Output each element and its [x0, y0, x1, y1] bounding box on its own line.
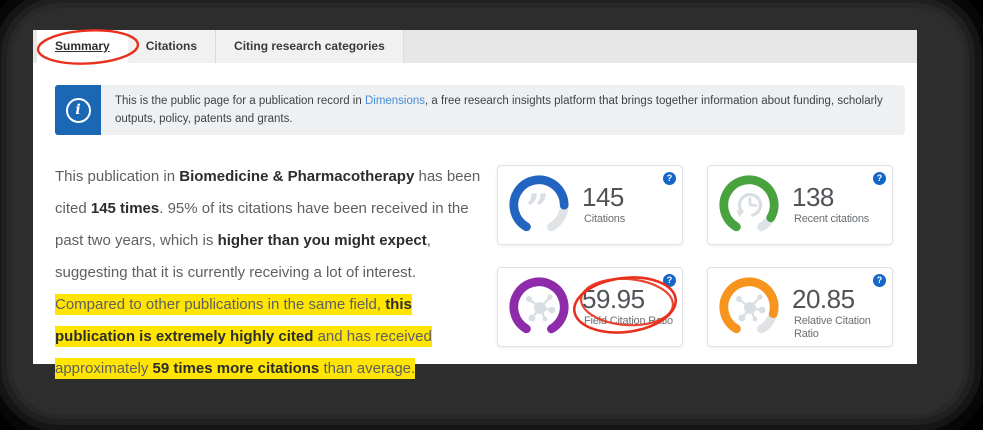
- metric-value: 145: [582, 182, 624, 212]
- tab-citing-research-categories[interactable]: Citing research categories: [216, 30, 404, 63]
- tab-citing-research-categories-label: Citing research categories: [234, 39, 385, 53]
- help-icon[interactable]: ?: [873, 172, 886, 185]
- summary-text: This publication in Biomedicine & Pharma…: [55, 161, 487, 385]
- citation-network-icon: [736, 294, 766, 322]
- publication-summary-page: Summary Citations Citing research catego…: [33, 30, 917, 379]
- text-segment: than average.: [319, 358, 416, 379]
- metric-card-recent-citations: 138 Recent citations ?: [707, 165, 893, 245]
- metric-label: Recent citations: [794, 213, 870, 225]
- tab-summary-label: Summary: [55, 39, 110, 53]
- text-segment: Compared to other publications in the sa…: [55, 294, 386, 315]
- tab-citations[interactable]: Citations: [127, 30, 217, 63]
- metric-card-citations: ” 145 Citations ?: [497, 165, 683, 245]
- metric-value: 138: [792, 182, 834, 212]
- metric-label: Field Citation Ratio: [584, 315, 673, 327]
- banner-text-before: This is the public page for a publicatio…: [115, 95, 365, 107]
- info-banner: i This is the public page for a publicat…: [55, 85, 905, 135]
- summary-paragraph-1: This publication in Biomedicine & Pharma…: [55, 161, 487, 289]
- tab-summary[interactable]: Summary: [37, 30, 128, 63]
- help-icon[interactable]: ?: [663, 172, 676, 185]
- tab-bar: Summary Citations Citing research catego…: [33, 30, 917, 63]
- text-segment: This publication in: [55, 168, 180, 185]
- screenshot-canvas: Summary Citations Citing research catego…: [0, 0, 983, 430]
- citation-count-text: 145 times: [90, 200, 160, 217]
- journal-name: Biomedicine & Pharmacotherapy: [179, 168, 415, 185]
- text-segment-bold: higher than you might expect: [217, 232, 427, 249]
- text-segment-bold: 59 times more citations: [152, 360, 320, 377]
- metric-card-relative-citation-ratio: 20.85 Relative Citation Ratio ?: [707, 267, 893, 347]
- clock-history-icon: [736, 192, 763, 218]
- info-icon-glyph: i: [65, 97, 91, 123]
- metric-value: 59.95: [582, 284, 645, 314]
- tab-citations-label: Citations: [145, 39, 198, 53]
- metric-value: 20.85: [792, 284, 855, 314]
- citation-network-icon: [526, 294, 556, 322]
- dimensions-link[interactable]: Dimensions: [365, 95, 425, 107]
- help-icon[interactable]: ?: [663, 274, 676, 287]
- quotation-marks-icon: ”: [526, 186, 549, 233]
- metrics-grid: ” 145 Citations ? 138 Recent citations ?: [497, 165, 893, 347]
- metric-label: Citations: [584, 213, 625, 225]
- metric-card-field-citation-ratio: 59.95 Field Citation Ratio ?: [497, 267, 683, 347]
- help-icon[interactable]: ?: [873, 274, 886, 287]
- info-icon: i: [55, 85, 101, 135]
- summary-paragraph-2-highlighted: Compared to other publications in the sa…: [55, 289, 487, 385]
- metric-label: Relative Citation Ratio: [794, 315, 871, 340]
- info-banner-text: This is the public page for a publicatio…: [101, 85, 905, 135]
